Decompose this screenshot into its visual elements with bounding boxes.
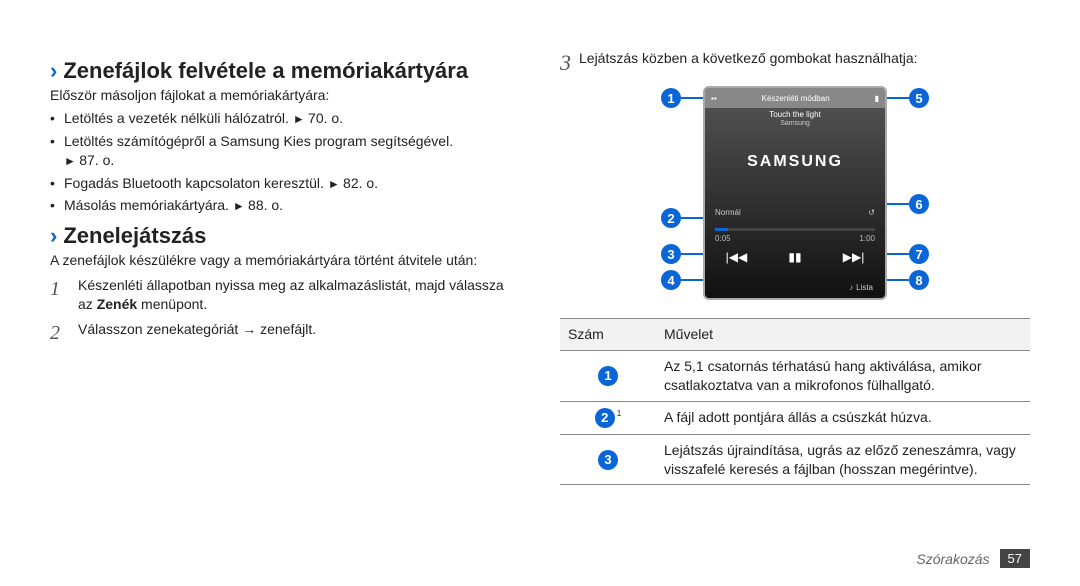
callout-3: 3 bbox=[661, 244, 681, 264]
time-total: 1:00 bbox=[859, 234, 875, 243]
step-number: 2 bbox=[50, 320, 68, 347]
source-item: Letöltés a vezeték nélküli hálózatról. ►… bbox=[50, 109, 520, 128]
heading-add-music: › Zenefájlok felvétele a memóriakártyára bbox=[50, 58, 520, 84]
callout-2: 2 bbox=[661, 208, 681, 228]
td-number: 21 bbox=[560, 401, 656, 434]
step-text: Válasszon zenekategóriát → zenefájlt. bbox=[78, 320, 520, 339]
signal-icon: ▪▪ bbox=[711, 94, 717, 103]
track-artist: Samsung bbox=[705, 120, 885, 128]
intro-copy-files: Először másoljon fájlokat a memóriakárty… bbox=[50, 86, 520, 105]
progress-bar bbox=[715, 228, 875, 231]
step3-row: 3 Lejátszás közben a következő gombokat … bbox=[560, 50, 1030, 76]
ref-arrow-icon: ► bbox=[233, 199, 248, 213]
controls-table: Szám Művelet 1 Az 5,1 csatornás térhatás… bbox=[560, 318, 1030, 485]
source-ref: 87. o. bbox=[79, 152, 114, 168]
phone-controls: |◀◀ ▮▮ ▶▶| bbox=[705, 250, 885, 264]
chevron-icon: › bbox=[50, 60, 57, 82]
album-art-logo: SAMSUNG bbox=[705, 153, 885, 171]
intro-playback: A zenefájlok készülékre vagy a memóriaká… bbox=[50, 251, 520, 270]
source-ref: 82. o. bbox=[343, 175, 378, 191]
phone-topbar-text: Készenléti módban bbox=[762, 94, 830, 103]
td-number: 1 bbox=[560, 350, 656, 401]
td-operation: Az 5,1 csatornás térhatású hang aktiválá… bbox=[656, 350, 1030, 401]
list-label: Lista bbox=[856, 283, 873, 292]
step-number: 3 bbox=[560, 50, 571, 76]
phone-list-button: ♪ Lista bbox=[849, 283, 873, 292]
td-operation: A fájl adott pontjára állás a csúszkát h… bbox=[656, 401, 1030, 434]
heading-playback-text: Zenelejátszás bbox=[63, 223, 206, 249]
table-row: 21 A fájl adott pontjára állás a csúszká… bbox=[560, 401, 1030, 434]
time-elapsed: 0:05 bbox=[715, 234, 731, 243]
row-callout: 2 bbox=[595, 408, 615, 428]
table-row: 1 Az 5,1 csatornás térhatású hang aktivá… bbox=[560, 350, 1030, 401]
step-text-part: menüpont. bbox=[137, 296, 207, 312]
step-bold: Zenék bbox=[97, 296, 137, 312]
phone-screenshot: ▪▪ Készenléti módban ▮ Touch the light S… bbox=[703, 86, 887, 300]
source-item: Letöltés számítógépről a Samsung Kies pr… bbox=[50, 132, 520, 170]
track-title: Touch the light bbox=[705, 110, 885, 120]
step-text: Készenléti állapotban nyissa meg az alka… bbox=[78, 276, 520, 314]
callout-6: 6 bbox=[909, 194, 929, 214]
callout-4: 4 bbox=[661, 270, 681, 290]
repeat-icon: ↺ bbox=[868, 208, 875, 217]
list-icon: ♪ bbox=[849, 283, 853, 292]
step-text-part: Válasszon zenekategóriát → zenefájlt. bbox=[78, 321, 316, 337]
source-item: Fogadás Bluetooth kapcsolaton keresztül.… bbox=[50, 174, 520, 193]
table-row: 3 Lejátszás újraindítása, ugrás az előző… bbox=[560, 434, 1030, 485]
callout-8: 8 bbox=[909, 270, 929, 290]
source-ref: 70. o. bbox=[308, 110, 343, 126]
step-item: 1 Készenléti állapotban nyissa meg az al… bbox=[50, 276, 520, 314]
playback-mode: Normál bbox=[715, 208, 741, 217]
phone-status-row: Normál ↺ bbox=[705, 208, 885, 217]
step-number: 1 bbox=[50, 276, 68, 303]
step-item: 2 Válasszon zenekategóriát → zenefájlt. bbox=[50, 320, 520, 347]
heading-playback: › Zenelejátszás bbox=[50, 223, 520, 249]
td-number: 3 bbox=[560, 434, 656, 485]
footnote-marker: 1 bbox=[617, 409, 621, 418]
th-number: Szám bbox=[560, 319, 656, 351]
row-callout: 3 bbox=[598, 450, 618, 470]
battery-icon: ▮ bbox=[875, 94, 879, 103]
source-item: Másolás memóriakártyára. ► 88. o. bbox=[50, 196, 520, 215]
source-text: Letöltés a vezeték nélküli hálózatról. bbox=[64, 110, 289, 126]
steps-list: 1 Készenléti állapotban nyissa meg az al… bbox=[50, 276, 520, 347]
td-operation: Lejátszás újraindítása, ugrás az előző z… bbox=[656, 434, 1030, 485]
ref-arrow-icon: ► bbox=[293, 112, 308, 126]
left-column: › Zenefájlok felvétele a memóriakártyára… bbox=[50, 50, 520, 566]
callout-7: 7 bbox=[909, 244, 929, 264]
next-icon: ▶▶| bbox=[843, 250, 865, 264]
heading-add-music-text: Zenefájlok felvétele a memóriakártyára bbox=[63, 58, 468, 84]
phone-track-info: Touch the light Samsung bbox=[705, 110, 885, 128]
callout-5: 5 bbox=[909, 88, 929, 108]
source-text: Letöltés számítógépről a Samsung Kies pr… bbox=[64, 133, 453, 149]
source-list: Letöltés a vezeték nélküli hálózatról. ►… bbox=[50, 109, 520, 215]
footer-section: Szórakozás bbox=[916, 551, 989, 567]
chevron-icon: › bbox=[50, 225, 57, 247]
page-footer: Szórakozás 57 bbox=[916, 549, 1030, 568]
phone-topbar: ▪▪ Készenléti módban ▮ bbox=[705, 88, 885, 108]
callout-1: 1 bbox=[661, 88, 681, 108]
time-row: 0:05 1:00 bbox=[715, 234, 875, 243]
row-callout: 1 bbox=[598, 366, 618, 386]
ref-arrow-icon: ► bbox=[328, 177, 343, 191]
th-operation: Művelet bbox=[656, 319, 1030, 351]
ref-arrow-icon: ► bbox=[64, 154, 79, 168]
prev-icon: |◀◀ bbox=[726, 250, 748, 264]
player-illustration: ▪▪ Készenléti módban ▮ Touch the light S… bbox=[615, 86, 975, 304]
step3-text: Lejátszás közben a következő gombokat ha… bbox=[579, 50, 1030, 66]
source-ref: 88. o. bbox=[248, 197, 283, 213]
footer-page-number: 57 bbox=[1000, 549, 1030, 568]
right-column: 3 Lejátszás közben a következő gombokat … bbox=[560, 50, 1030, 566]
source-text: Másolás memóriakártyára. bbox=[64, 197, 229, 213]
source-text: Fogadás Bluetooth kapcsolaton keresztül. bbox=[64, 175, 324, 191]
table-header-row: Szám Művelet bbox=[560, 319, 1030, 351]
pause-icon: ▮▮ bbox=[788, 250, 801, 264]
